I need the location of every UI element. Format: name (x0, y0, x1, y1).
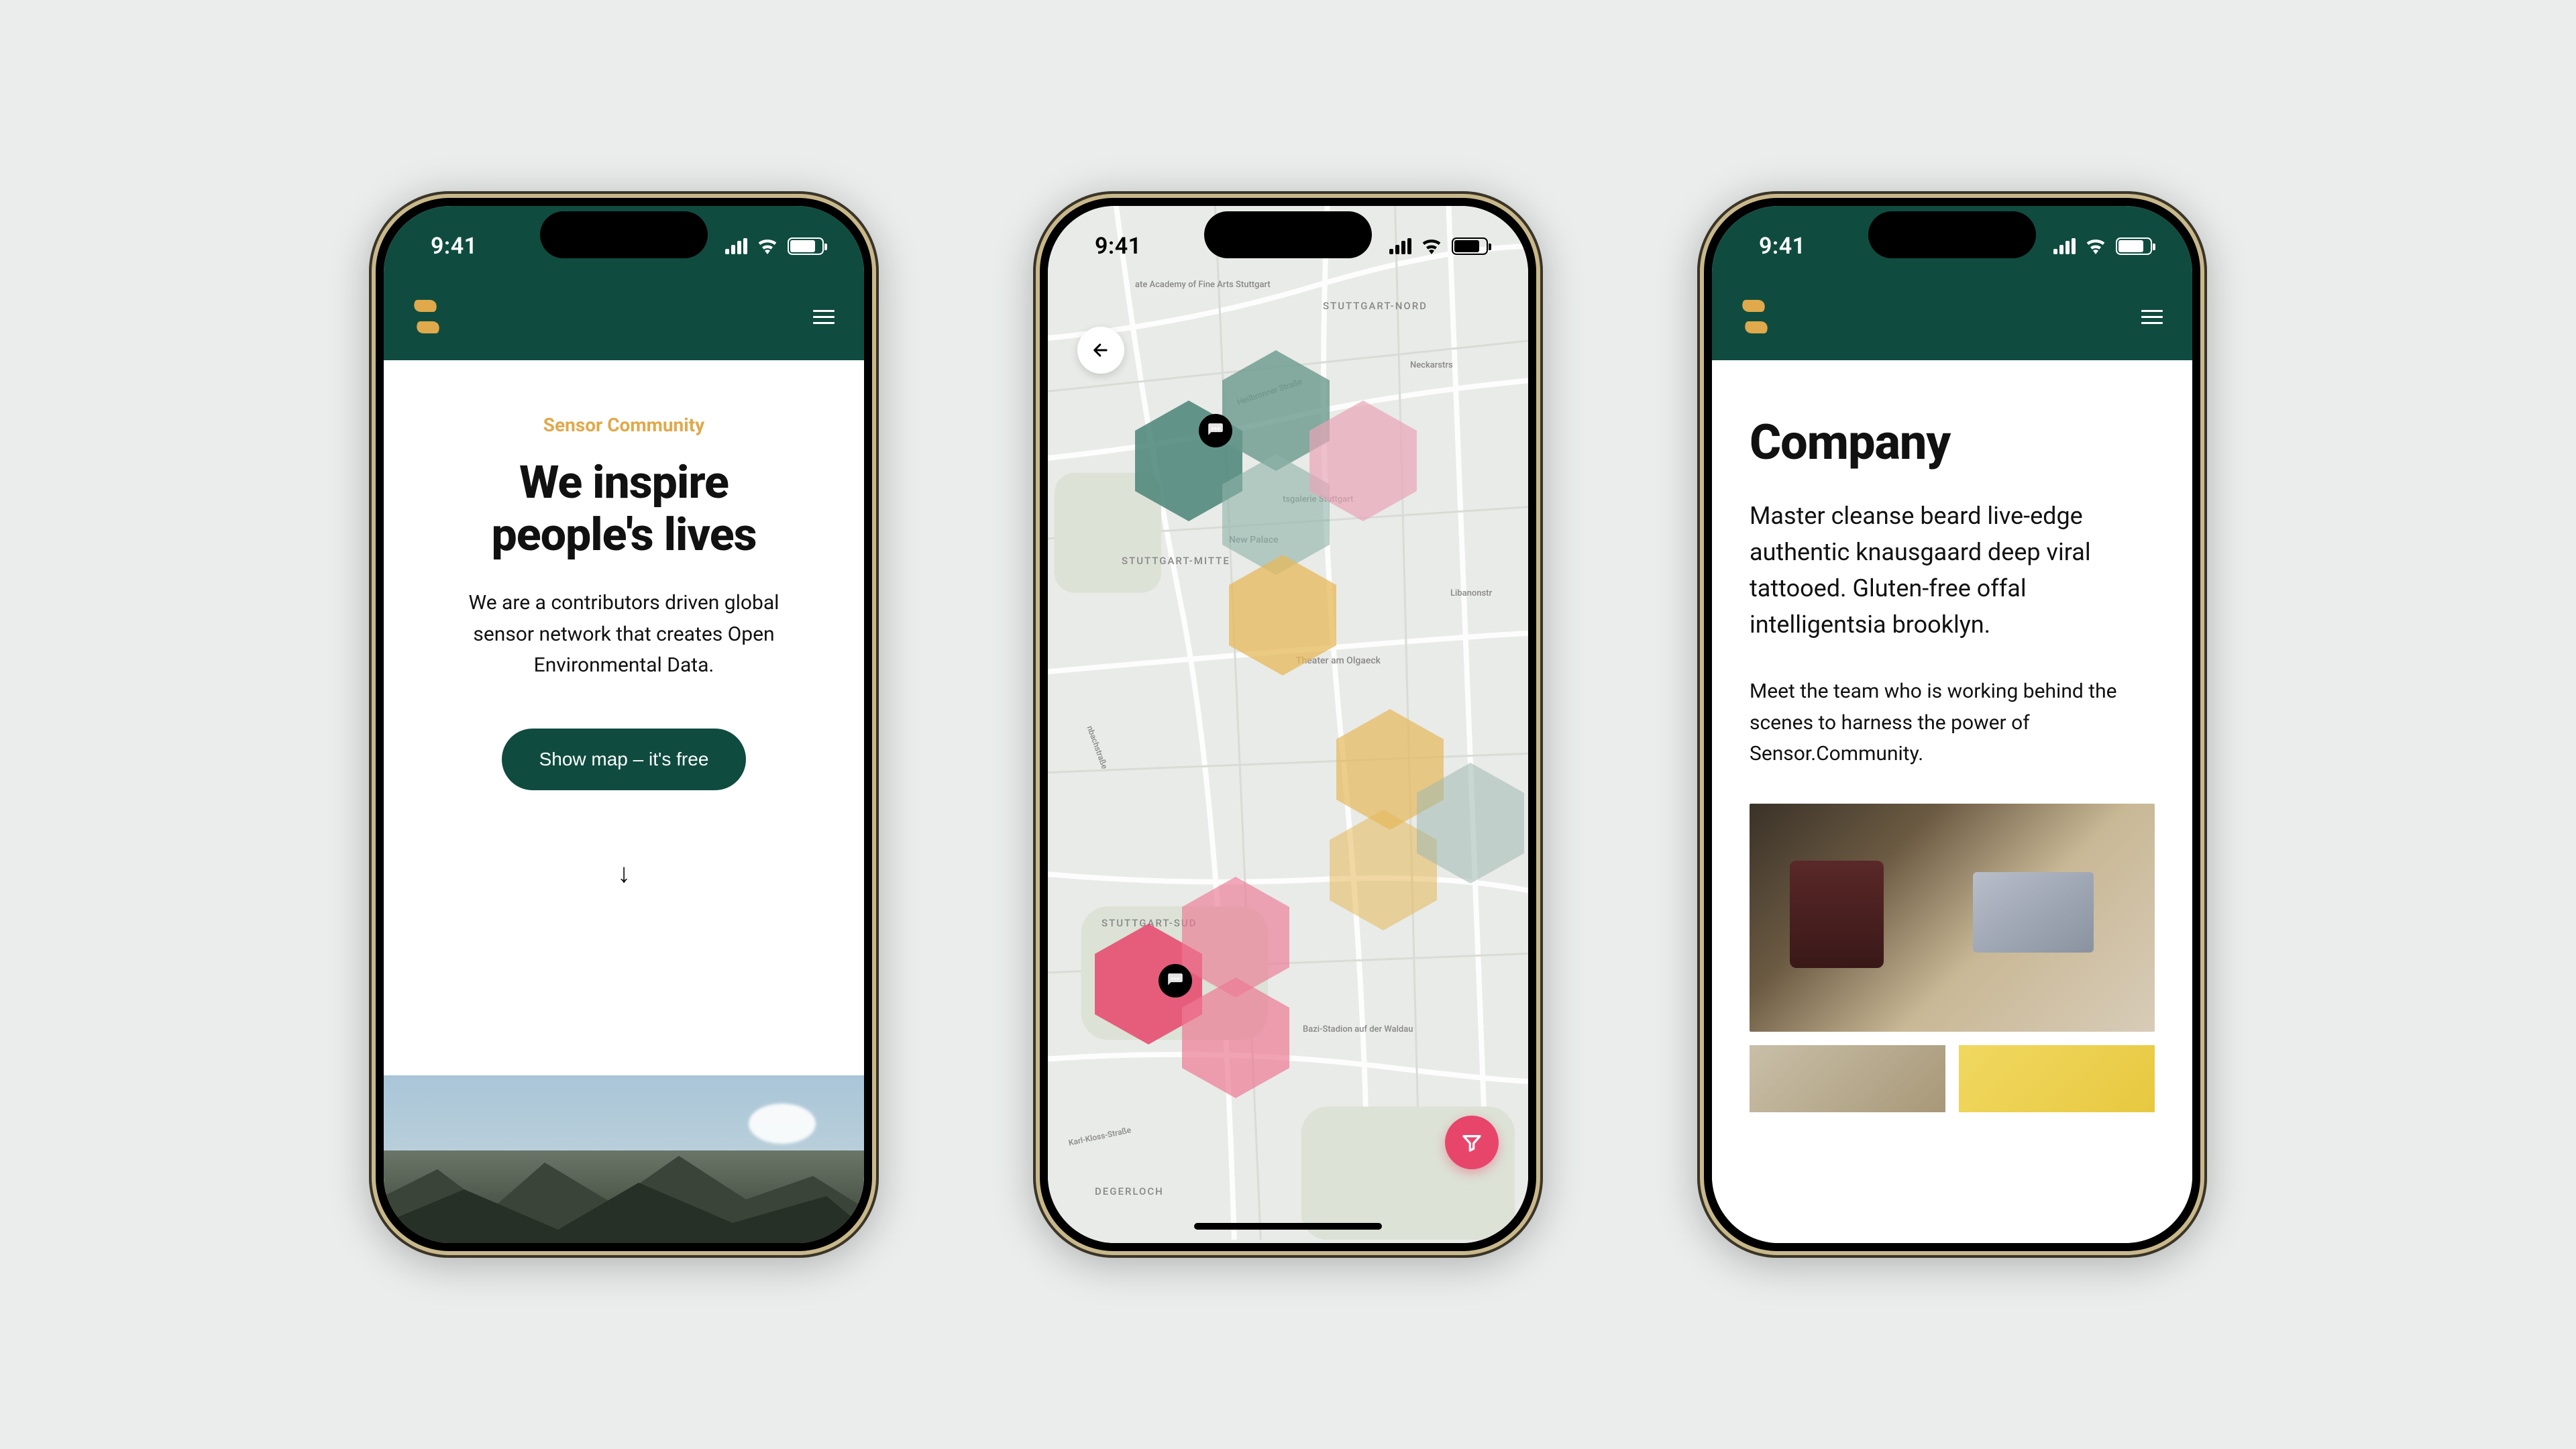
status-time: 9:41 (1095, 233, 1142, 260)
hamburger-menu-icon[interactable] (2141, 310, 2163, 324)
company-sub-text: Meet the team who is working behind the … (1750, 676, 2155, 770)
status-indicators (2053, 237, 2152, 255)
cellular-icon (2053, 238, 2076, 254)
battery-icon (788, 237, 824, 255)
sensor-icon (1167, 972, 1184, 989)
status-time: 9:41 (431, 233, 478, 260)
status-indicators (1389, 237, 1488, 255)
phone-mockup-company: 9:41 Company Master cleanse beard live-e… (1697, 191, 2207, 1258)
hero-image-mountains (384, 1075, 864, 1243)
team-thumb-1 (1750, 1045, 1945, 1112)
arrow-left-icon (1091, 341, 1110, 360)
sensor-marker[interactable] (1159, 964, 1192, 998)
phone-mockup-map: ate Academy of Fine Arts Stuttgart STUTT… (1033, 191, 1543, 1258)
company-lead-text: Master cleanse beard live-edge authentic… (1750, 498, 2155, 643)
status-time: 9:41 (1759, 233, 1806, 260)
mountain-silhouette (384, 1142, 864, 1243)
wifi-icon (1421, 238, 1442, 254)
company-content: Company Master cleanse beard live-edge a… (1712, 360, 2192, 1243)
filter-icon (1461, 1132, 1483, 1153)
sensor-icon (1207, 422, 1224, 439)
hero-subtitle: We are a contributors driven global sens… (436, 588, 812, 682)
device-notch (1204, 211, 1372, 258)
app-logo[interactable] (1741, 300, 1768, 333)
show-map-button[interactable]: Show map – it's free (502, 729, 747, 790)
back-button[interactable] (1077, 327, 1124, 374)
hero-title: We inspire people's lives (417, 456, 830, 561)
wifi-icon (2085, 238, 2106, 254)
sensor-marker[interactable] (1199, 414, 1232, 447)
battery-icon (1452, 237, 1488, 255)
status-indicators (725, 237, 824, 255)
home-indicator[interactable] (1194, 1223, 1382, 1230)
page-title: Company (1750, 414, 2155, 471)
home-content: Sensor Community We inspire people's liv… (384, 360, 864, 1243)
wifi-icon (757, 238, 778, 254)
device-notch (1868, 211, 2036, 258)
eyebrow-label: Sensor Community (417, 414, 830, 436)
device-notch (540, 211, 708, 258)
hamburger-menu-icon[interactable] (813, 310, 835, 324)
map-hex-cell[interactable] (1229, 555, 1336, 676)
phone-mockup-home: 9:41 Sensor Community We inspire people'… (369, 191, 879, 1258)
app-logo[interactable] (413, 300, 440, 333)
team-photo-main (1750, 804, 2155, 1032)
battery-icon (2116, 237, 2152, 255)
team-photo-thumbnails (1750, 1045, 2155, 1112)
scroll-down-icon[interactable]: ↓ (417, 857, 830, 889)
team-thumb-2 (1959, 1045, 2155, 1112)
cellular-icon (725, 238, 747, 254)
cellular-icon (1389, 238, 1411, 254)
filter-button[interactable] (1445, 1116, 1499, 1169)
